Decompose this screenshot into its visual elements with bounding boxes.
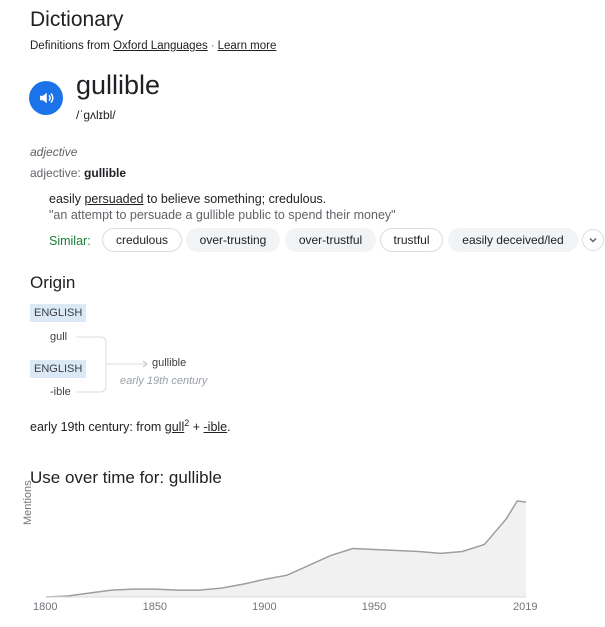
x-tick-label: 1900 [252,601,277,613]
usage-area [46,501,526,597]
x-tick-label: 1800 [33,601,58,613]
x-tick-label: 1950 [361,601,387,613]
x-tick-label: 1850 [142,601,168,613]
x-tick-label: 2019 [513,601,538,613]
usage-over-time-chart [45,500,527,598]
